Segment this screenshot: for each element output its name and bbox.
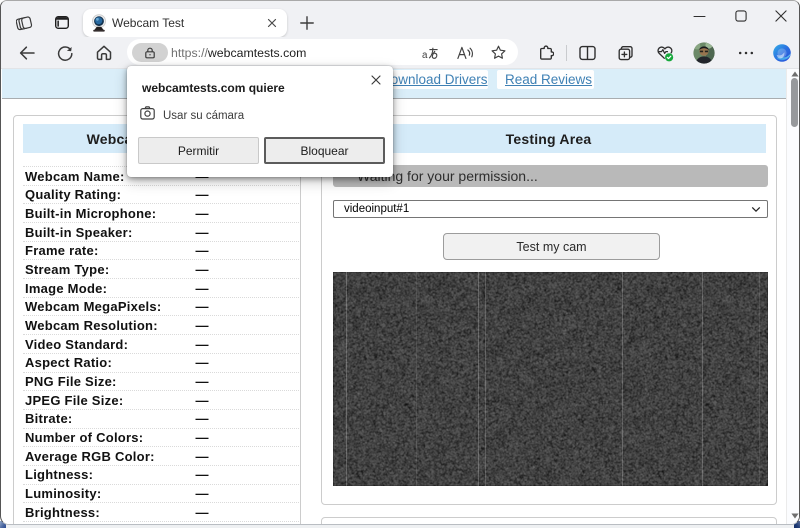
svg-text:a: a (422, 50, 428, 60)
